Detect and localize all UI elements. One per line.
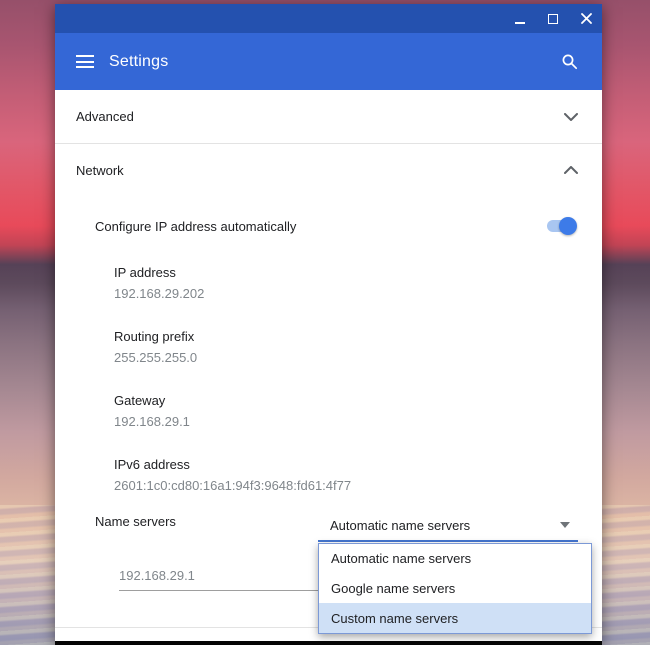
configure-ip-toggle[interactable] (547, 217, 577, 235)
configure-ip-row: Configure IP address automatically (55, 196, 602, 256)
ip-address-field: IP address 192.168.29.202 (114, 265, 204, 301)
routing-prefix-label: Routing prefix (114, 329, 195, 344)
section-network[interactable]: Network (55, 143, 602, 196)
routing-prefix-field: Routing prefix 255.255.255.0 (114, 329, 197, 365)
advanced-section-label: Advanced (76, 109, 134, 124)
gateway-field: Gateway 192.168.29.1 (114, 393, 190, 429)
gateway-label: Gateway (114, 393, 166, 408)
settings-header: Settings (55, 33, 602, 90)
network-section-label: Network (76, 162, 124, 178)
toggle-thumb (559, 217, 577, 235)
ipv6-address-value: 2601:1c0:cd80:16a1:94f3:9648:fd61:4f77 (114, 478, 352, 493)
chevron-up-icon (564, 166, 578, 174)
minimize-button[interactable] (513, 4, 527, 33)
configure-ip-label: Configure IP address automatically (95, 218, 297, 234)
gateway-value: 192.168.29.1 (114, 414, 190, 429)
chevron-down-icon (564, 112, 578, 121)
routing-prefix-value: 255.255.255.0 (114, 350, 198, 365)
window-bottom-edge (55, 641, 602, 645)
section-advanced[interactable]: Advanced (55, 90, 602, 143)
dropdown-arrow-icon (560, 522, 570, 528)
hamburger-menu-icon[interactable] (76, 55, 94, 68)
name-servers-dropdown-menu: Automatic name servers Google name serve… (318, 543, 592, 634)
window-titlebar (55, 4, 602, 33)
option-custom-name-servers[interactable]: Custom name servers (319, 603, 591, 634)
maximize-icon (548, 13, 558, 24)
close-icon (580, 13, 592, 24)
custom-dns-input[interactable]: 192.168.29.1 (119, 568, 318, 591)
ip-address-label: IP address (114, 265, 176, 280)
option-automatic-name-servers[interactable]: Automatic name servers (319, 544, 591, 574)
settings-window: Settings Advanced Network Configure IP a… (55, 4, 602, 645)
name-servers-select[interactable]: Automatic name servers (318, 510, 578, 542)
minimize-icon (515, 22, 525, 24)
name-servers-selected-value: Automatic name servers (330, 517, 471, 533)
ipv6-address-label: IPv6 address (114, 457, 190, 472)
close-button[interactable] (579, 4, 593, 33)
settings-content: Advanced Network Configure IP address au… (55, 90, 602, 645)
maximize-button[interactable] (546, 4, 560, 33)
ip-address-value: 192.168.29.202 (114, 286, 205, 301)
ipv6-address-field: IPv6 address 2601:1c0:cd80:16a1:94f3:964… (114, 457, 351, 493)
name-servers-label: Name servers (95, 514, 176, 529)
search-icon[interactable] (561, 53, 578, 70)
page-title: Settings (109, 52, 169, 70)
option-google-name-servers[interactable]: Google name servers (319, 574, 591, 604)
